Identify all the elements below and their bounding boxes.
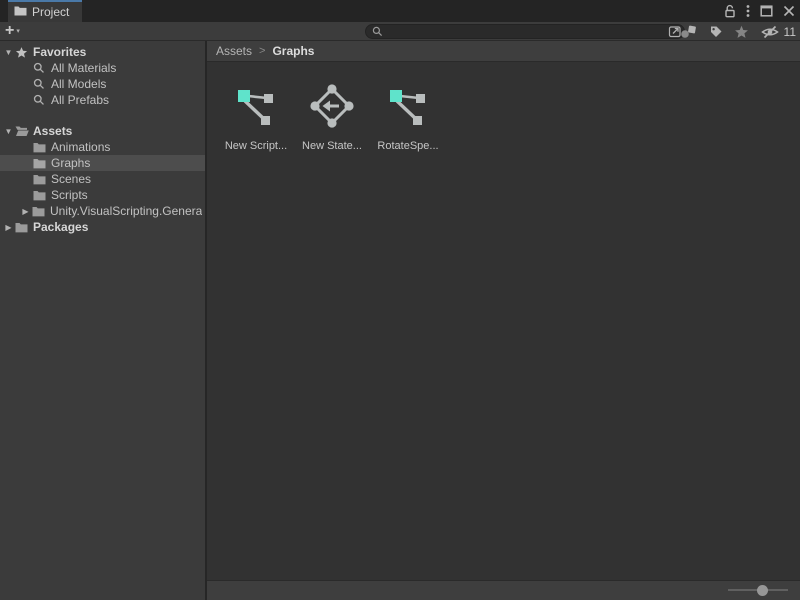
search-query-icon bbox=[33, 78, 49, 90]
hidden-packages-count: 11 bbox=[784, 25, 796, 39]
toolbar: + ▾ bbox=[0, 22, 800, 41]
folder-icon bbox=[14, 5, 27, 19]
star-icon bbox=[15, 46, 31, 59]
sidebar-label: Scenes bbox=[49, 172, 91, 186]
breadcrumb-graphs[interactable]: Graphs bbox=[272, 44, 314, 58]
close-icon[interactable] bbox=[783, 5, 795, 17]
toolbar-right-icons: 11 bbox=[680, 22, 796, 41]
status-bar bbox=[207, 580, 800, 600]
unlock-icon[interactable] bbox=[724, 4, 736, 18]
sidebar-label: Assets bbox=[31, 124, 72, 138]
asset-label: New State... bbox=[302, 140, 362, 152]
sidebar-item-scripts[interactable]: Scripts bbox=[0, 187, 205, 203]
folder-icon bbox=[33, 142, 49, 153]
open-folder-icon bbox=[15, 125, 31, 137]
sidebar-label: All Models bbox=[49, 77, 106, 91]
filter-label-icon[interactable] bbox=[709, 25, 723, 39]
create-asset-button[interactable]: + ▾ bbox=[5, 24, 20, 38]
search-query-icon bbox=[33, 62, 49, 74]
sidebar-label: All Prefabs bbox=[49, 93, 109, 107]
folder-icon bbox=[15, 222, 31, 233]
asset-item-new-state[interactable]: New State... bbox=[294, 84, 370, 152]
filter-type-icon[interactable] bbox=[680, 25, 698, 39]
search-query-icon bbox=[33, 94, 49, 106]
window-controls bbox=[724, 0, 795, 22]
folder-icon bbox=[33, 174, 49, 185]
script-graph-icon bbox=[386, 84, 430, 128]
sidebar-label: Unity.VisualScripting.Genera bbox=[48, 204, 202, 218]
folder-icon bbox=[33, 190, 49, 201]
project-tree-sidebar: ▼ Favorites All Materials All Models bbox=[0, 41, 207, 600]
plus-icon: + bbox=[5, 24, 14, 38]
sidebar-item-all-prefabs[interactable]: All Prefabs bbox=[0, 92, 205, 108]
body: ▼ Favorites All Materials All Models bbox=[0, 41, 800, 600]
sidebar-label: Packages bbox=[31, 220, 88, 234]
sidebar-item-animations[interactable]: Animations bbox=[0, 139, 205, 155]
tab-label: Project bbox=[32, 5, 69, 19]
asset-item-rotatespeed[interactable]: RotateSpe... bbox=[370, 84, 446, 152]
sidebar-label: Graphs bbox=[49, 156, 90, 170]
kebab-menu-icon[interactable] bbox=[746, 4, 750, 18]
folder-icon bbox=[33, 158, 49, 169]
folder-icon bbox=[32, 206, 48, 217]
sidebar-label: Scripts bbox=[49, 188, 88, 202]
hidden-packages-icon[interactable] bbox=[760, 25, 780, 39]
script-graph-icon bbox=[234, 84, 278, 128]
foldout-open-icon[interactable]: ▼ bbox=[2, 48, 15, 57]
breadcrumb-assets[interactable]: Assets bbox=[216, 44, 252, 58]
chevron-down-icon: ▾ bbox=[16, 27, 20, 35]
breadcrumb: Assets > Graphs bbox=[207, 41, 800, 62]
tab-project[interactable]: Project bbox=[8, 0, 82, 22]
search-input[interactable] bbox=[387, 25, 668, 38]
state-graph-icon bbox=[310, 84, 354, 128]
asset-grid: New Script... New bbox=[207, 62, 800, 580]
sidebar-item-all-materials[interactable]: All Materials bbox=[0, 60, 205, 76]
breadcrumb-separator-icon: > bbox=[259, 45, 265, 57]
sidebar-item-unity-visualscripting[interactable]: ▶ Unity.VisualScripting.Genera bbox=[0, 203, 205, 219]
sidebar-label: Animations bbox=[49, 140, 110, 154]
foldout-open-icon[interactable]: ▼ bbox=[2, 127, 15, 136]
section-gap bbox=[0, 108, 205, 123]
favorite-star-icon[interactable] bbox=[734, 25, 749, 39]
sidebar-item-graphs[interactable]: Graphs bbox=[0, 155, 205, 171]
sidebar-item-packages[interactable]: ▶ Packages bbox=[0, 219, 205, 235]
asset-panel: Assets > Graphs New Script bbox=[207, 41, 800, 600]
sidebar-item-scenes[interactable]: Scenes bbox=[0, 171, 205, 187]
asset-label: RotateSpe... bbox=[377, 140, 438, 152]
search-box bbox=[365, 24, 685, 39]
zoom-slider-thumb[interactable] bbox=[757, 585, 768, 596]
tab-strip: Project bbox=[0, 0, 800, 22]
search-icon bbox=[372, 26, 383, 37]
sidebar-item-all-models[interactable]: All Models bbox=[0, 76, 205, 92]
project-window: Project bbox=[0, 0, 800, 600]
sidebar-item-favorites[interactable]: ▼ Favorites bbox=[0, 44, 205, 60]
foldout-closed-icon[interactable]: ▶ bbox=[19, 207, 32, 216]
sidebar-label: All Materials bbox=[49, 61, 116, 75]
sidebar-label: Favorites bbox=[31, 45, 86, 59]
foldout-closed-icon[interactable]: ▶ bbox=[2, 223, 15, 232]
sidebar-item-assets[interactable]: ▼ Assets bbox=[0, 123, 205, 139]
asset-item-new-script[interactable]: New Script... bbox=[218, 84, 294, 152]
asset-label: New Script... bbox=[225, 140, 287, 152]
maximize-icon[interactable] bbox=[760, 5, 773, 17]
